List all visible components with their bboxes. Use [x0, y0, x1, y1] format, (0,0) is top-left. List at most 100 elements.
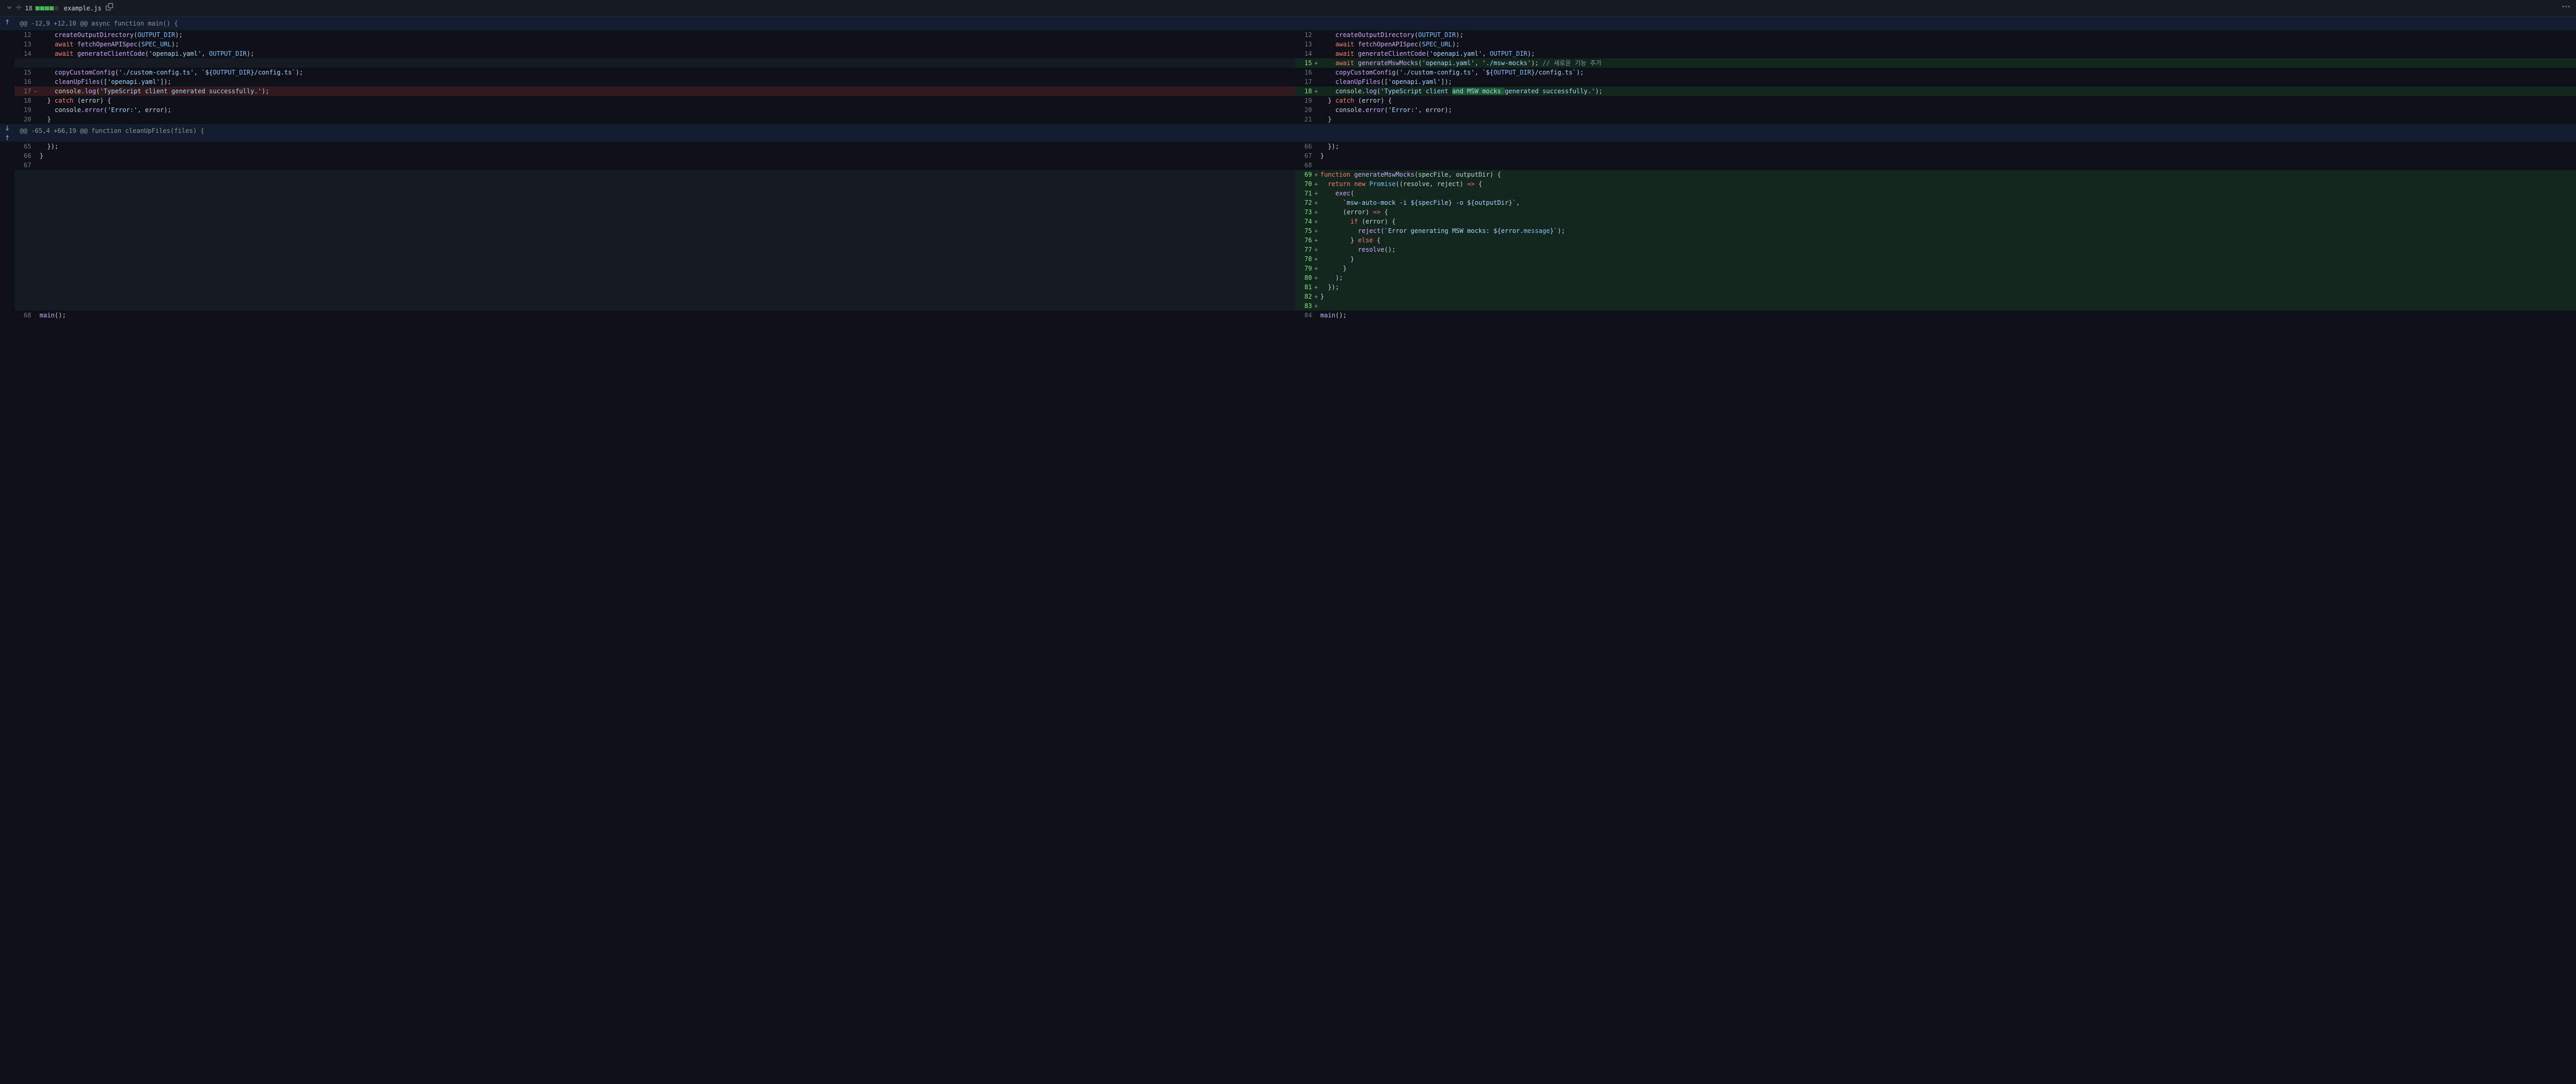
line-number-right[interactable]: 75 [1295, 226, 1312, 236]
line-number-right[interactable]: 74 [1295, 217, 1312, 226]
line-number-left [15, 245, 31, 254]
file-menu-icon[interactable] [2562, 3, 2570, 13]
line-number-right[interactable]: 16 [1295, 68, 1312, 77]
marker-left [31, 96, 40, 105]
expand-hunk[interactable] [0, 17, 15, 30]
hunk-header: @@ -65,4 +66,19 @@ function cleanUpFiles… [0, 124, 2576, 142]
line-number-left[interactable]: 12 [15, 30, 31, 40]
drag-handle-icon[interactable] [16, 4, 22, 13]
line-number-left[interactable]: 18 [15, 96, 31, 105]
line-number-left [15, 301, 31, 311]
expand-up-icon[interactable] [0, 18, 15, 25]
line-number-right[interactable]: 19 [1295, 96, 1312, 105]
line-number-right[interactable]: 73 [1295, 207, 1312, 217]
code-right: } [1320, 254, 2576, 264]
code-right: (error) => { [1320, 207, 2576, 217]
line-number-right[interactable]: 14 [1295, 49, 1312, 58]
code-right: createOutputDirectory(OUTPUT_DIR); [1320, 30, 2576, 40]
code-left [40, 245, 1295, 254]
line-number-right[interactable]: 17 [1295, 77, 1312, 87]
marker-right [1312, 142, 1320, 151]
line-number-right[interactable]: 78 [1295, 254, 1312, 264]
code-left [40, 189, 1295, 198]
code-left [40, 226, 1295, 236]
expand-up-icon[interactable] [0, 133, 15, 141]
line-number-right[interactable]: 20 [1295, 105, 1312, 115]
line-number-left[interactable]: 68 [15, 311, 31, 320]
line-number-right[interactable]: 70 [1295, 179, 1312, 189]
filename[interactable]: example.js [64, 4, 101, 13]
line-number-right[interactable]: 68 [1295, 161, 1312, 170]
diff-row: 71+ exec( [0, 189, 2576, 198]
line-number-right[interactable]: 77 [1295, 245, 1312, 254]
code-right: cleanUpFiles(['openapi.yaml']); [1320, 77, 2576, 87]
marker-right: + [1312, 226, 1320, 236]
line-number-right[interactable]: 84 [1295, 311, 1312, 320]
code-right: } [1320, 292, 2576, 301]
collapse-chevron-icon[interactable] [6, 4, 13, 13]
marker-right [1312, 30, 1320, 40]
marker-right: + [1312, 207, 1320, 217]
marker-left [31, 30, 40, 40]
line-number-right[interactable]: 80 [1295, 273, 1312, 282]
line-number-right[interactable]: 18 [1295, 87, 1312, 96]
code-right: await fetchOpenAPISpec(SPEC_URL); [1320, 40, 2576, 49]
marker-right [1312, 96, 1320, 105]
line-number-left[interactable]: 65 [15, 142, 31, 151]
line-number-right[interactable]: 83 [1295, 301, 1312, 311]
marker-left: - [31, 87, 40, 96]
code-right: } catch (error) { [1320, 96, 2576, 105]
code-right: function generateMswMocks(specFile, outp… [1320, 170, 2576, 179]
line-number-right[interactable]: 82 [1295, 292, 1312, 301]
line-number-right[interactable]: 79 [1295, 264, 1312, 273]
code-left [40, 254, 1295, 264]
line-number-right[interactable]: 67 [1295, 151, 1312, 161]
marker-left [31, 245, 40, 254]
line-number-right[interactable]: 76 [1295, 236, 1312, 245]
marker-left [31, 264, 40, 273]
line-number-right[interactable]: 81 [1295, 282, 1312, 292]
code-left: } catch (error) { [40, 96, 1295, 105]
diff-row: 20 }21 } [0, 115, 2576, 124]
code-right: main(); [1320, 311, 2576, 320]
marker-left [31, 170, 40, 179]
line-number-right[interactable]: 21 [1295, 115, 1312, 124]
expand-down-icon[interactable] [0, 125, 15, 132]
code-right: } [1320, 151, 2576, 161]
line-number-right[interactable]: 71 [1295, 189, 1312, 198]
line-number-left[interactable]: 19 [15, 105, 31, 115]
diff-row: 81+ }); [0, 282, 2576, 292]
code-left [40, 292, 1295, 301]
line-number-right[interactable]: 15 [1295, 58, 1312, 68]
copy-path-icon[interactable] [106, 3, 113, 13]
line-number-left[interactable]: 14 [15, 49, 31, 58]
line-number-left [15, 179, 31, 189]
line-number-right[interactable]: 66 [1295, 142, 1312, 151]
line-number-right[interactable]: 13 [1295, 40, 1312, 49]
expand-hunk[interactable] [0, 124, 15, 142]
marker-right: + [1312, 292, 1320, 301]
line-number-left[interactable]: 16 [15, 77, 31, 87]
marker-right: + [1312, 217, 1320, 226]
code-left: console.error('Error:', error); [40, 105, 1295, 115]
marker-left [31, 207, 40, 217]
marker-left [31, 58, 40, 68]
line-number-right[interactable]: 12 [1295, 30, 1312, 40]
marker-left [31, 151, 40, 161]
code-left: copyCustomConfig('./custom-config.ts', `… [40, 68, 1295, 77]
line-number-left[interactable]: 20 [15, 115, 31, 124]
line-number-left [15, 217, 31, 226]
diff-row: 14 await generateClientCode('openapi.yam… [0, 49, 2576, 58]
line-number-left[interactable]: 15 [15, 68, 31, 77]
code-right: if (error) { [1320, 217, 2576, 226]
line-number-left[interactable]: 17 [15, 87, 31, 96]
line-number-right[interactable]: 69 [1295, 170, 1312, 179]
line-number-left[interactable]: 13 [15, 40, 31, 49]
line-number-left[interactable]: 67 [15, 161, 31, 170]
line-number-left[interactable]: 66 [15, 151, 31, 161]
marker-left [31, 49, 40, 58]
code-left: main(); [40, 311, 1295, 320]
diff-row: 67 68 [0, 161, 2576, 170]
line-number-right[interactable]: 72 [1295, 198, 1312, 207]
code-right: }); [1320, 142, 2576, 151]
